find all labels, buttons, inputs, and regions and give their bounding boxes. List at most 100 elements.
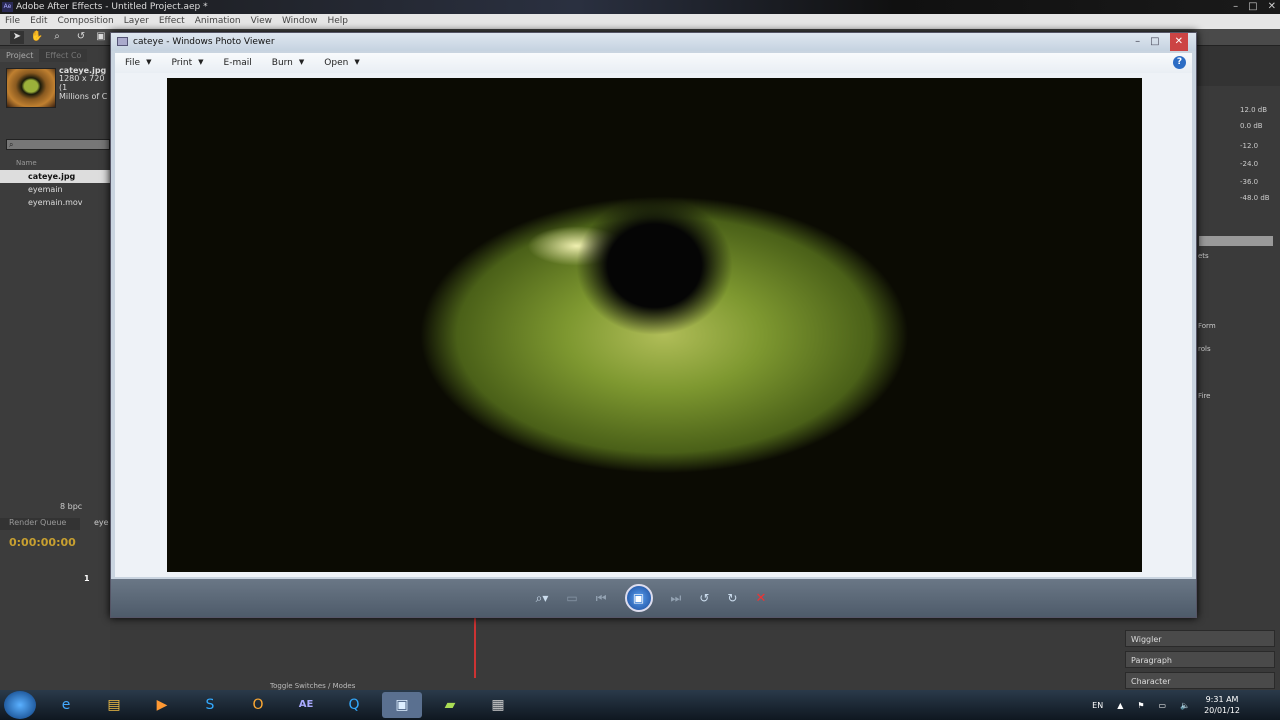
maximize-button[interactable]: □ — [1150, 33, 1159, 51]
project-item[interactable]: eyemain.mov — [0, 196, 110, 209]
next-icon[interactable]: ⏭ — [671, 591, 682, 606]
menu-layer[interactable]: Layer — [119, 14, 154, 29]
asset-thumbnail — [6, 68, 56, 108]
help-icon[interactable]: ? — [1173, 56, 1186, 69]
tab-effect-controls[interactable]: Effect Co — [39, 49, 88, 62]
clock[interactable]: 9:31 AM 20/01/12 — [1204, 694, 1240, 716]
rotate-ccw-icon[interactable]: ↺ — [699, 591, 709, 605]
media-player-icon[interactable]: ▶ — [142, 692, 182, 718]
slideshow-button[interactable]: ▣ — [624, 584, 653, 612]
ae-menu-bar: File Edit Composition Layer Effect Anima… — [0, 14, 1280, 29]
show-hidden-icons[interactable]: ▲ — [1117, 701, 1123, 710]
notes-icon[interactable]: ▰ — [430, 692, 470, 718]
menu-help[interactable]: Help — [322, 14, 353, 29]
quicktime-icon[interactable]: Q — [334, 692, 374, 718]
menu-label: File — [125, 58, 141, 68]
menu-print[interactable]: Print ▼ — [161, 58, 213, 68]
effect-list-item[interactable]: Form — [1198, 322, 1216, 330]
volume-icon[interactable]: 🔈 — [1180, 701, 1190, 710]
toggle-switches-modes[interactable]: Toggle Switches / Modes — [270, 682, 355, 690]
audio-level-label: -48.0 dB — [1240, 194, 1270, 202]
name-column-header[interactable]: Name — [16, 159, 37, 167]
photo-viewer-icon — [117, 37, 128, 46]
tab-render-queue[interactable]: Render Queue — [0, 518, 80, 530]
photo-viewer-title: cateye - Windows Photo Viewer — [133, 37, 275, 47]
playhead[interactable] — [474, 618, 476, 678]
audio-level-label: 0.0 dB — [1240, 122, 1263, 130]
action-center-flag-icon[interactable]: ⚑ — [1137, 701, 1144, 710]
asset-dims: 1280 x 720 (1 — [59, 74, 105, 92]
effect-list-item[interactable]: Fire — [1198, 392, 1211, 400]
menu-file[interactable]: File — [0, 14, 25, 29]
chevron-down-icon: ▼ — [354, 58, 360, 66]
rotate-tool-icon[interactable]: ↺ — [74, 31, 88, 44]
menu-file[interactable]: File ▼ — [115, 58, 161, 68]
tab-project[interactable]: Project — [0, 49, 40, 62]
after-effects-taskbar-button[interactable]: AE — [286, 692, 326, 718]
audio-level-label: -24.0 — [1240, 160, 1259, 168]
photo-viewer-menu: File ▼ Print ▼ E-mail Burn ▼ Open ▼ ? — [115, 53, 1192, 73]
menu-label: Open — [324, 58, 349, 68]
audio-level-label: 12.0 dB — [1240, 106, 1268, 114]
zoom-icon[interactable]: ⌕▾ — [536, 591, 549, 606]
skype-icon[interactable]: S — [190, 692, 230, 718]
app-icon[interactable]: ▦ — [478, 692, 518, 718]
timecode[interactable]: 0:00:00:00 — [9, 536, 76, 549]
panel-wiggler[interactable]: Wiggler — [1125, 630, 1275, 647]
project-item[interactable]: eyemain — [0, 183, 110, 196]
project-search-input[interactable]: ⌕ — [6, 139, 110, 150]
chevron-down-icon: ▼ — [198, 58, 204, 66]
time: 9:31 AM — [1205, 695, 1239, 704]
menu-edit[interactable]: Edit — [25, 14, 52, 29]
zoom-tool-icon[interactable]: ⌕ — [50, 31, 64, 44]
effects-search-input[interactable] — [1199, 236, 1273, 246]
menu-animation[interactable]: Animation — [190, 14, 246, 29]
network-icon[interactable]: ▭ — [1159, 701, 1167, 710]
start-button[interactable] — [4, 691, 36, 719]
close-button[interactable]: ✕ — [1268, 0, 1276, 14]
audio-level-label: -36.0 — [1240, 178, 1259, 186]
delete-icon[interactable]: ✕ — [755, 591, 766, 606]
cat-eye-photo — [167, 78, 1142, 572]
project-panel: Project Effect Co cateye.jpg 1280 x 720 (… — [0, 46, 110, 690]
camera-tool-icon[interactable]: ▣ — [94, 31, 108, 44]
taskbar: e ▤ ▶ S O AE Q ▣ ▰ ▦ EN ▲ ⚑ ▭ 🔈 9:31 AM 2… — [0, 690, 1280, 720]
search-icon: ⌕ — [9, 140, 14, 149]
asset-color: Millions of C — [59, 92, 108, 101]
menu-composition[interactable]: Composition — [53, 14, 119, 29]
hand-tool-icon[interactable]: ✋ — [30, 31, 44, 44]
previous-icon[interactable]: ⏮ — [596, 591, 607, 606]
menu-window[interactable]: Window — [277, 14, 323, 29]
menu-open[interactable]: Open ▼ — [314, 58, 369, 68]
selection-tool-icon[interactable]: ➤ — [10, 31, 24, 44]
minimize-button[interactable]: – — [1135, 33, 1140, 51]
menu-burn[interactable]: Burn ▼ — [262, 58, 315, 68]
menu-label: Print — [171, 58, 193, 68]
bpc-label[interactable]: 8 bpc — [60, 502, 82, 511]
minimize-button[interactable]: – — [1233, 0, 1238, 14]
ie-icon[interactable]: e — [46, 692, 86, 718]
explorer-icon[interactable]: ▤ — [94, 692, 134, 718]
timeline-panel: Toggle Switches / Modes — [110, 618, 1120, 690]
menu-view[interactable]: View — [246, 14, 277, 29]
language-indicator[interactable]: EN — [1092, 701, 1103, 710]
audio-level-label: -12.0 — [1240, 142, 1259, 150]
photo-viewer-window: cateye - Windows Photo Viewer – □ ✕ File ▼ … — [110, 32, 1197, 618]
outlook-icon[interactable]: O — [238, 692, 278, 718]
panel-character[interactable]: Character — [1125, 672, 1275, 689]
tab-comp[interactable]: eye — [94, 518, 109, 527]
close-button[interactable]: ✕ — [1169, 33, 1188, 51]
actual-size-icon[interactable]: ▭ — [566, 591, 577, 605]
project-item[interactable]: cateye.jpg — [0, 170, 110, 183]
photo-viewer-taskbar-button[interactable]: ▣ — [382, 692, 422, 718]
maximize-button[interactable]: □ — [1248, 0, 1257, 14]
panel-paragraph[interactable]: Paragraph — [1125, 651, 1275, 668]
effect-list-item[interactable]: ets — [1198, 252, 1209, 260]
date: 20/01/12 — [1204, 706, 1240, 715]
menu-effect[interactable]: Effect — [154, 14, 190, 29]
layer-number: 1 — [84, 574, 90, 583]
effect-list-item[interactable]: rols — [1198, 345, 1211, 353]
menu-email[interactable]: E-mail — [214, 58, 262, 68]
rotate-cw-icon[interactable]: ↻ — [727, 591, 737, 605]
chevron-down-icon: ▼ — [298, 58, 305, 66]
